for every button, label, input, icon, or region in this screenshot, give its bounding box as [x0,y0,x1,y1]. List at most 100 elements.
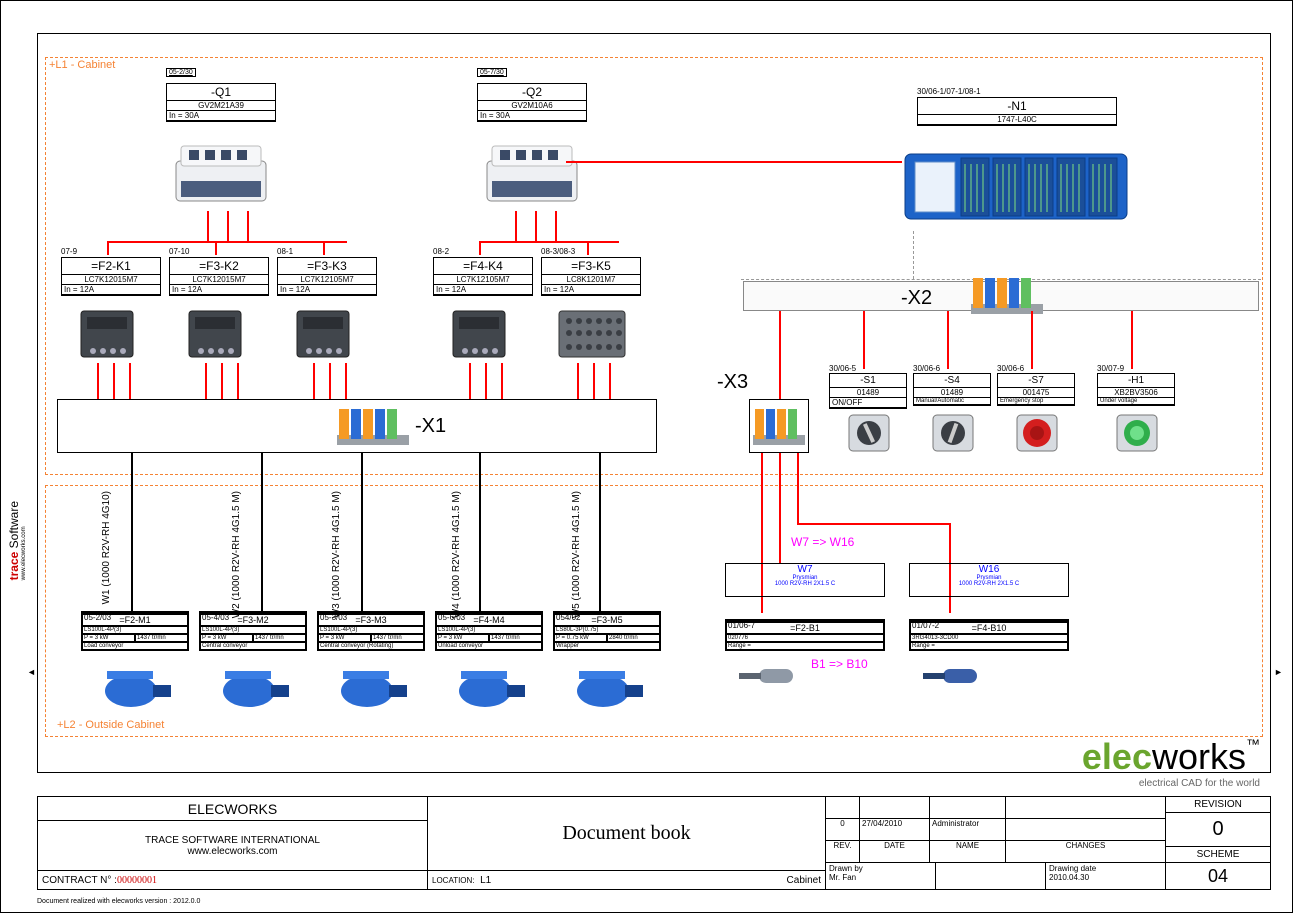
q1-rating: In = 30A [167,111,275,121]
k5-tag: =F3-K5 [542,258,640,275]
wire [129,363,131,399]
brand-url: www.elecworks.com [21,501,27,580]
w7-spec: 1000 R2V-RH 2X1.5 C [726,581,884,587]
w3-label: W3 (1000 R2V-RH 4G1.5 M) [331,491,342,618]
q2-rating: In = 30A [478,111,586,121]
m2-rpm: 1437 tr/mn [253,634,306,642]
s4-pn: 01489 [914,388,990,398]
m4-xref: 05-6/03 [438,613,465,622]
b1-pn: 020776 [726,634,884,642]
wire [469,363,471,399]
k3-contactor: =F3-K3 LC7K12105M7 In = 12A [277,257,377,296]
motor-icon [333,661,413,709]
k2-rating: In = 12A [170,285,268,295]
w1-label: W1 (1000 R2V-RH 4G10) [101,491,112,604]
note-b1-b10: B1 => B10 [811,657,868,671]
logo-works: works [1152,736,1246,777]
drawn-by: Mr. Fan [829,873,932,882]
q1-tag: -Q1 [167,84,275,101]
logo-elec: elec [1082,736,1152,777]
footer-note: Document realized with elecworks version… [37,898,200,905]
q2-breaker: -Q2 GV2M10A6 In = 30A [477,83,587,122]
motor-icon [215,661,295,709]
w7-tag: W7 [726,564,884,575]
prev-page-arrow[interactable]: ◄ [27,667,36,677]
wire [221,363,223,399]
k4-xref: 08-2 [433,247,449,256]
wire [535,211,537,241]
selector-switch-icon [847,413,891,453]
tb-contract: 00000001 [117,875,157,886]
k4-tag: =F4-K4 [434,258,532,275]
pilot-light-icon [1115,413,1159,453]
tb-org: TRACE SOFTWARE INTERNATIONAL [145,835,320,846]
zone-l1-label: +L1 - Cabinet [49,59,115,71]
wire [479,241,481,255]
wire [779,453,781,563]
wire [1131,311,1133,369]
s7-pn: 001475 [998,388,1074,398]
revision-label: REVISION [1166,797,1270,813]
s1-pn: 01489 [830,388,906,398]
k3-pn: LC7K12105M7 [278,275,376,285]
b10-pn: 3RG4013-3CD00 [910,634,1068,642]
tb-web: www.elecworks.com [187,846,277,857]
m1-rpm: 1437 tr/mn [135,634,188,642]
scheme-label: SCHEME [1166,847,1270,863]
w4-label: W4 (1000 R2V-RH 4G1.5 M) [451,491,462,618]
wire [593,363,595,399]
k5-xref: 08-3/08-3 [541,247,575,256]
wire [485,363,487,399]
wire [779,311,781,399]
wire [329,363,331,399]
tb-doc-title: Document book [428,797,825,871]
h1-xref: 30/07-9 [1097,364,1124,373]
s1-switch: -S1 01489 ON/OFF [829,373,907,409]
m2-fn: Central conveyor [200,642,306,650]
selector-switch-icon [931,413,975,453]
k1-pn: LC7K12015M7 [62,275,160,285]
k3-rating: In = 12A [278,285,376,295]
s1-fn: ON/OFF [830,398,906,408]
cable [261,453,263,611]
m2-pn: LS100L-4P(3) [200,626,306,634]
wire [566,161,902,163]
next-page-arrow[interactable]: ► [1274,667,1283,677]
w16-tag: W16 [910,564,1068,575]
s7-xref: 30/06-6 [997,364,1024,373]
m4-motor: 05-6/03 =F4-M4 LS100L-4P(3) P = 3 kW1437… [435,611,543,651]
logo-tm: ™ [1246,736,1260,752]
note-w7-w16: W7 => W16 [791,535,854,549]
m2-motor: 05-4/03 =F3-M2 LS100L-4P(3) P = 3 kW1437… [199,611,307,651]
wire [479,241,619,243]
m3-p: P = 3 kW [318,634,371,642]
m1-motor: 05-2/03 =F2-M1 LS100L-4P(3) P = 3 kW1437… [81,611,189,651]
k5-contactor: =F3-K5 LC8K1201M7 In = 12A [541,257,641,296]
wire [797,453,799,523]
m2-xref: 05-4/03 [202,613,229,622]
wire [237,363,239,399]
m4-pn: LS100L-4P(3) [436,626,542,634]
m5-fn: Wrapper [554,642,660,650]
wire [313,363,315,399]
hdr-rev: REV. [826,841,860,863]
n1-xref: 30/06-1/07-1/08-1 [917,87,981,96]
x2-label: -X2 [901,287,932,310]
k1-tag: =F2-K1 [62,258,160,275]
w2-label: W2 (1000 R2V-RH 4G1.5 M) [231,491,242,618]
wire [555,211,557,241]
q1-xref: 05-2/30 [166,68,196,77]
s4-switch: -S4 01489 Manual/Automatic [913,373,991,406]
wire [107,241,347,243]
m1-fn: Load conveyor [82,642,188,650]
brand-trace: trace [7,552,21,581]
elecworks-logo: elecworks™ electrical CAD for the world [1082,736,1260,789]
hdr-date: DATE [860,841,930,863]
wire [863,311,865,369]
contactor-icon [185,307,245,362]
contactor-icon [77,307,137,362]
k1-contactor: =F2-K1 LC7K12015M7 In = 12A [61,257,161,296]
m5-motor: 054/02 =F3-M5 LS80L-3P(0.75) P = 0.75 kW… [553,611,661,651]
q2-tag: -Q2 [478,84,586,101]
w16-cable: W16 Prysmian 1000 R2V-RH 2X1.5 C [909,563,1069,597]
